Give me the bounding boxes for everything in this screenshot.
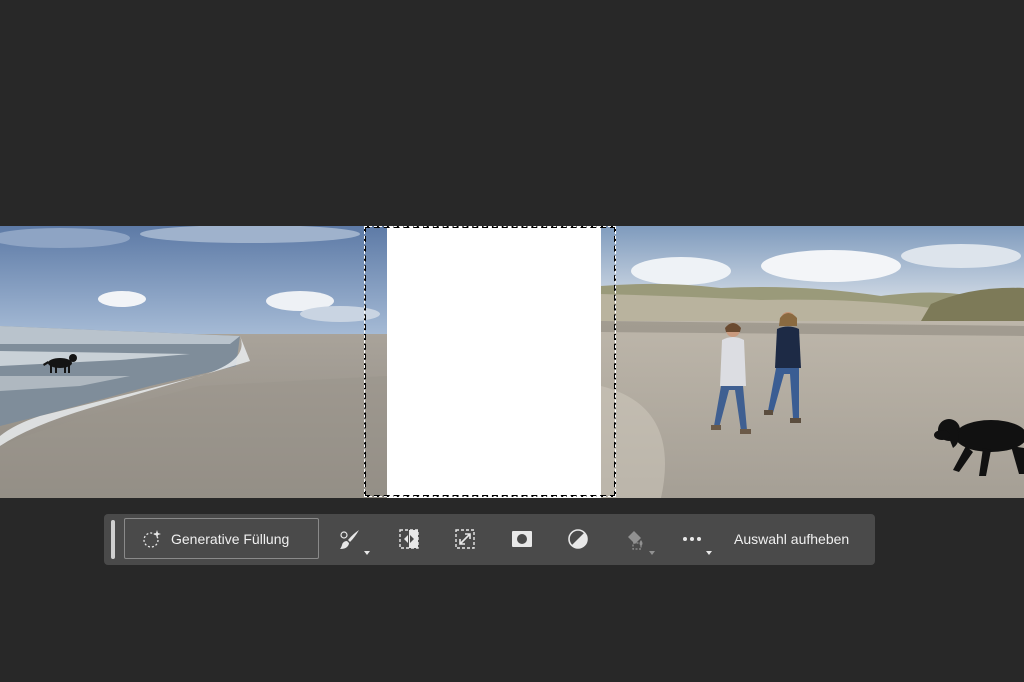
more-options-button[interactable] — [680, 527, 712, 555]
create-mask-icon — [512, 531, 532, 547]
document-canvas[interactable]: Generative Füllung Auswahl aufheben — [0, 0, 1024, 682]
create-mask-button[interactable] — [510, 527, 534, 551]
adjustment-layer-icon — [568, 529, 588, 549]
adjustment-layer-button[interactable] — [566, 527, 590, 551]
transform-selection-icon — [455, 529, 475, 549]
more-options-icon — [683, 537, 701, 541]
drag-handle[interactable] — [111, 520, 115, 559]
sparkle-circle-icon — [143, 529, 161, 548]
contextual-task-bar: Generative Füllung Auswahl aufheben — [104, 514, 875, 565]
fill-selection-icon — [628, 531, 643, 550]
brush-modify-button[interactable] — [338, 527, 370, 555]
left-beach-photo — [0, 226, 387, 498]
transform-selection-button[interactable] — [453, 527, 477, 551]
generated-blank-area — [387, 226, 601, 498]
deselect-button[interactable]: Auswahl aufheben — [734, 514, 849, 565]
invert-selection-icon — [399, 529, 419, 549]
chevron-down-icon — [649, 551, 655, 555]
chevron-down-icon — [364, 551, 370, 555]
fill-selection-button[interactable] — [623, 527, 655, 555]
right-beach-photo — [601, 226, 1024, 498]
chevron-down-icon — [706, 551, 712, 555]
invert-selection-button[interactable] — [397, 527, 421, 551]
image-layer[interactable] — [0, 226, 1024, 498]
generative-fill-button[interactable]: Generative Füllung — [124, 518, 319, 559]
brush-modify-icon — [340, 530, 359, 549]
generative-fill-label: Generative Füllung — [171, 530, 290, 547]
